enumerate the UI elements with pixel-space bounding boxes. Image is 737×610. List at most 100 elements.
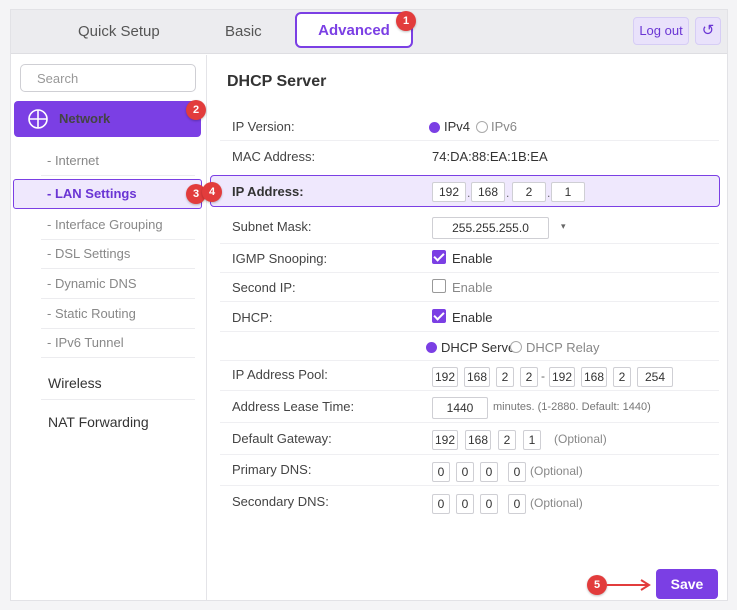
primary-dns-optional-hint: (Optional) — [530, 464, 583, 478]
pool-end-octet-4[interactable]: 254 — [637, 367, 673, 387]
dhcp-server-radio[interactable] — [426, 342, 437, 353]
step-marker-2: 2 — [186, 100, 206, 120]
pool-start-octet-3[interactable]: 2 — [496, 367, 514, 387]
ip-address-octet-2[interactable]: 168 — [471, 182, 505, 202]
divider — [220, 360, 719, 361]
default-gateway-label: Default Gateway: — [232, 431, 332, 446]
secondary-dns-optional-hint: (Optional) — [530, 496, 583, 510]
sidebar-item-network-label: Network — [59, 111, 111, 126]
gateway-octet-2[interactable]: 168 — [465, 430, 491, 450]
sidebar-subitem-static-routing[interactable]: - Static Routing — [47, 306, 136, 321]
globe-icon — [28, 109, 48, 129]
dhcp-checkbox[interactable] — [432, 309, 446, 323]
subnet-mask-label: Subnet Mask: — [232, 219, 312, 234]
dot-separator: . — [547, 186, 551, 200]
tab-advanced[interactable]: Advanced — [295, 12, 413, 48]
tab-quick-setup[interactable]: Quick Setup — [78, 10, 160, 54]
tab-basic[interactable]: Basic — [225, 10, 262, 54]
primary-dns-octet-3[interactable]: 0 — [480, 462, 498, 482]
igmp-snooping-label: IGMP Snooping: — [232, 251, 328, 266]
logout-button[interactable]: Log out — [633, 17, 689, 45]
second-ip-enable-text: Enable — [452, 280, 493, 295]
mac-address-label: MAC Address: — [232, 149, 316, 164]
dot-separator: . — [506, 186, 510, 200]
primary-dns-octet-2[interactable]: 0 — [456, 462, 474, 482]
secondary-dns-octet-3[interactable]: 0 — [480, 494, 498, 514]
ip-address-label: IP Address: — [232, 184, 304, 199]
igmp-snooping-enable-text: Enable — [452, 251, 493, 266]
divider — [220, 301, 719, 302]
dhcp-relay-label: DHCP Relay — [526, 340, 600, 355]
gateway-optional-hint: (Optional) — [554, 432, 607, 446]
refresh-icon[interactable]: ↺ — [695, 17, 721, 45]
pool-range-separator: - — [541, 369, 545, 383]
divider — [220, 140, 719, 141]
ipv4-radio[interactable] — [429, 122, 440, 133]
sidebar-subitem-lan-settings[interactable]: - LAN Settings — [13, 179, 202, 209]
ip-address-pool-label: IP Address Pool: — [232, 367, 328, 382]
divider — [220, 243, 719, 244]
primary-dns-label: Primary DNS: — [232, 462, 312, 477]
divider — [41, 239, 195, 240]
ipv4-label: IPv4 — [444, 119, 471, 134]
divider — [41, 328, 195, 329]
sidebar-subitem-internet[interactable]: - Internet — [47, 153, 99, 168]
search-input[interactable] — [20, 64, 196, 92]
sidebar: Network 2 - Internet - LAN Settings 3 - … — [11, 55, 207, 600]
secondary-dns-octet-4[interactable]: 0 — [508, 494, 526, 514]
lease-time-label: Address Lease Time: — [232, 399, 355, 414]
secondary-dns-octet-2[interactable]: 0 — [456, 494, 474, 514]
gateway-octet-3[interactable]: 2 — [498, 430, 516, 450]
divider — [220, 331, 719, 332]
ip-version-label: IP Version: — [232, 119, 295, 134]
lease-time-input[interactable]: 1440 — [432, 397, 488, 419]
pool-start-octet-1[interactable]: 192 — [432, 367, 458, 387]
second-ip-label: Second IP: — [232, 280, 296, 295]
gateway-octet-1[interactable]: 192 — [432, 430, 458, 450]
primary-dns-octet-1[interactable]: 0 — [432, 462, 450, 482]
save-button[interactable]: Save — [656, 569, 718, 599]
pool-end-octet-1[interactable]: 192 — [549, 367, 575, 387]
sidebar-subitem-ipv6-tunnel[interactable]: - IPv6 Tunnel — [47, 335, 124, 350]
divider — [220, 485, 719, 486]
ipv6-radio[interactable] — [476, 121, 488, 133]
sidebar-item-nat-forwarding[interactable]: NAT Forwarding — [48, 414, 149, 430]
router-admin-window: Quick Setup Basic Advanced 1 Log out ↺ N… — [10, 9, 728, 601]
ipv6-label: IPv6 — [491, 119, 518, 134]
divider — [41, 268, 195, 269]
divider — [41, 357, 195, 358]
pool-end-octet-2[interactable]: 168 — [581, 367, 607, 387]
sidebar-subitem-dsl-settings[interactable]: - DSL Settings — [47, 246, 130, 261]
secondary-dns-label: Secondary DNS: — [232, 494, 329, 509]
sidebar-item-wireless[interactable]: Wireless — [48, 375, 102, 391]
divider — [41, 175, 195, 176]
mac-address-value: 74:DA:88:EA:1B:EA — [432, 149, 548, 164]
divider — [41, 399, 195, 400]
sidebar-item-network[interactable]: Network — [14, 101, 201, 137]
dot-separator: . — [467, 186, 471, 200]
dhcp-relay-radio[interactable] — [510, 341, 522, 353]
top-nav-bar: Quick Setup Basic Advanced 1 Log out ↺ — [11, 10, 727, 54]
main-panel: DHCP Server IP Version: IPv4 IPv6 MAC Ad… — [202, 55, 727, 600]
divider — [220, 454, 719, 455]
dhcp-label: DHCP: — [232, 310, 273, 325]
pool-start-octet-2[interactable]: 168 — [464, 367, 490, 387]
sidebar-subitem-dynamic-dns[interactable]: - Dynamic DNS — [47, 276, 137, 291]
secondary-dns-octet-1[interactable]: 0 — [432, 494, 450, 514]
gateway-octet-4[interactable]: 1 — [523, 430, 541, 450]
ip-address-octet-1[interactable]: 192 — [432, 182, 466, 202]
sidebar-subitem-interface-grouping[interactable]: - Interface Grouping — [47, 217, 163, 232]
subnet-mask-select[interactable]: 255.255.255.0 — [432, 217, 549, 239]
divider — [220, 272, 719, 273]
lease-time-hint: minutes. (1-2880. Default: 1440) — [493, 401, 651, 413]
pool-end-octet-3[interactable]: 2 — [613, 367, 631, 387]
ip-address-octet-4[interactable]: 1 — [551, 182, 585, 202]
pool-start-octet-4[interactable]: 2 — [520, 367, 538, 387]
igmp-snooping-checkbox[interactable] — [432, 250, 446, 264]
ip-address-octet-3[interactable]: 2 — [512, 182, 546, 202]
divider — [220, 422, 719, 423]
dhcp-enable-text: Enable — [452, 310, 493, 325]
primary-dns-octet-4[interactable]: 0 — [508, 462, 526, 482]
second-ip-checkbox[interactable] — [432, 279, 446, 293]
dhcp-server-label: DHCP Serve — [441, 340, 516, 355]
